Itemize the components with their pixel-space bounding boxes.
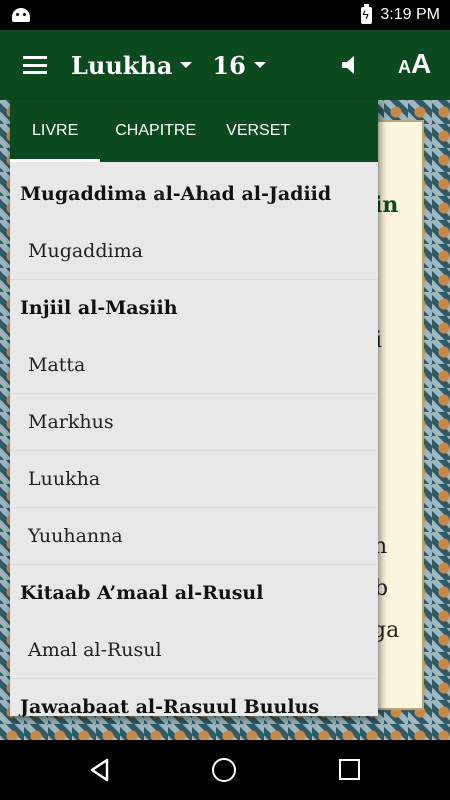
font-size-icon[interactable]: AA [398,48,431,80]
book-selector[interactable]: Luukha [71,50,193,80]
android-icon [12,8,30,22]
list-item[interactable]: Luukha [10,451,378,508]
section-header: Kitaab A’maal al-Rusul [20,582,264,604]
battery-charging-icon [361,3,373,24]
app-bar: Luukha 16 AA [0,30,450,100]
list-item[interactable]: Matta [10,337,378,394]
section-header: Mugaddima al-Ahad al-Jadiid [20,183,332,205]
book-navigation-panel: LIVRE CHAPITRE VERSET Mugaddima al-Ahad … [10,100,378,716]
speaker-icon[interactable] [342,56,358,74]
back-icon[interactable] [88,758,112,782]
book-list: Mugaddima al-Ahad al-Jadiid Mugaddima In… [10,162,378,716]
home-icon[interactable] [212,758,236,782]
list-item[interactable]: Amal al-Rusul [10,622,378,679]
status-bar: 3:19 PM [0,0,450,30]
tab-verset[interactable]: VERSET [211,100,305,162]
list-item[interactable]: Mugaddima [10,223,378,280]
menu-icon[interactable] [23,56,47,74]
font-icon-big-letter: A [411,48,432,79]
system-nav-bar [0,740,450,800]
caret-down-icon [253,62,266,68]
tab-livre[interactable]: LIVRE [10,100,101,162]
recents-icon[interactable] [339,759,360,780]
list-item[interactable]: Yuuhanna [10,508,378,565]
section-header: Injiil al-Masiih [20,297,178,319]
chapter-selector[interactable]: 16 [212,50,266,80]
tab-chapitre[interactable]: CHAPITRE [100,100,211,162]
section-header: Jawaabaat al-Rasuul Buulus [20,696,320,716]
status-time: 3:19 PM [380,6,440,23]
list-item[interactable]: Markhus [10,394,378,451]
tab-bar: LIVRE CHAPITRE VERSET [10,100,378,162]
caret-down-icon [180,62,193,68]
book-title: Luukha [71,50,173,80]
chapter-number: 16 [212,50,246,80]
font-icon-small-letter: A [398,57,411,77]
